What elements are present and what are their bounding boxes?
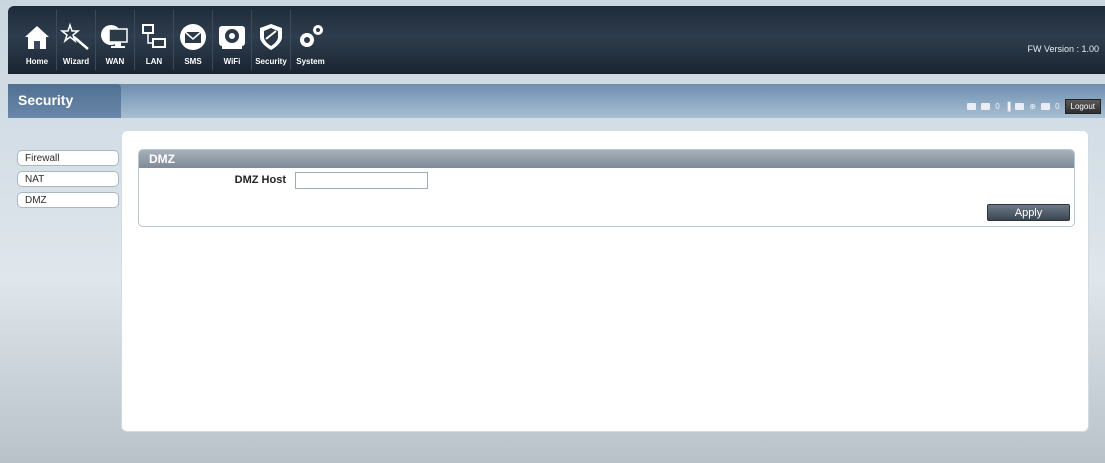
nav-label: Home <box>25 57 49 66</box>
nav-wizard[interactable]: Wizard <box>57 10 96 70</box>
sidebar-item-nat[interactable]: NAT <box>17 171 119 187</box>
sms-icon <box>180 24 206 50</box>
sms-status-icon <box>981 103 991 110</box>
section-title: Security <box>18 92 74 108</box>
security-icon <box>260 24 282 50</box>
nav-label: Security <box>255 57 287 66</box>
apply-button[interactable]: Apply <box>987 204 1070 221</box>
sms-count: 0 <box>995 102 1000 111</box>
globe-icon: ⊕ <box>1029 102 1037 111</box>
system-icon <box>299 25 323 47</box>
network-type-icon <box>967 103 977 110</box>
home-icon <box>25 26 49 49</box>
dmz-section-title: DMZ <box>139 150 1074 168</box>
dmz-host-input[interactable] <box>295 172 428 189</box>
dmz-host-row: DMZ Host <box>139 172 1074 190</box>
battery-icon <box>1041 103 1051 110</box>
wizard-icon <box>60 22 89 50</box>
nav-label: SMS <box>184 57 202 66</box>
wifi-icon <box>219 26 245 49</box>
section-band: Security 0 ▐ ⊕ 0 Logout <box>8 84 1105 118</box>
sim-icon <box>1015 103 1025 110</box>
sidebar: Firewall NAT DMZ <box>17 150 119 213</box>
main-nav: Home Wizard WAN LAN SMS WiFi Security Sy… <box>18 10 330 70</box>
nav-label: WAN <box>105 57 125 66</box>
nav-label: Wizard <box>62 57 90 66</box>
logout-button[interactable]: Logout <box>1064 99 1101 114</box>
dmz-section: DMZ DMZ Host Apply <box>138 149 1075 227</box>
wan-icon <box>101 25 128 48</box>
lan-icon <box>142 24 166 48</box>
dmz-host-label: DMZ Host <box>234 174 286 186</box>
nav-lan[interactable]: LAN <box>135 10 174 70</box>
nav-sms[interactable]: SMS <box>174 10 213 70</box>
nav-label: WiFi <box>223 57 241 66</box>
nav-system[interactable]: System <box>291 10 330 70</box>
nav-wan[interactable]: WAN <box>96 10 135 70</box>
nav-security[interactable]: Security <box>252 10 291 70</box>
nav-label: LAN <box>145 57 163 66</box>
sidebar-item-dmz[interactable]: DMZ <box>17 192 119 208</box>
battery-count: 0 <box>1055 102 1060 111</box>
nav-home[interactable]: Home <box>18 10 57 70</box>
top-header: Home Wizard WAN LAN SMS WiFi Security Sy… <box>8 6 1105 74</box>
nav-wifi[interactable]: WiFi <box>213 10 252 70</box>
nav-label: System <box>296 57 325 66</box>
signal-icon: ▐ <box>1004 102 1011 111</box>
section-tab: Security <box>8 84 121 118</box>
sidebar-item-firewall[interactable]: Firewall <box>17 150 119 166</box>
content-panel: DMZ DMZ Host Apply <box>121 130 1089 432</box>
fw-version: FW Version : 1.00 <box>1027 44 1099 54</box>
status-bar: 0 ▐ ⊕ 0 Logout <box>967 99 1101 114</box>
